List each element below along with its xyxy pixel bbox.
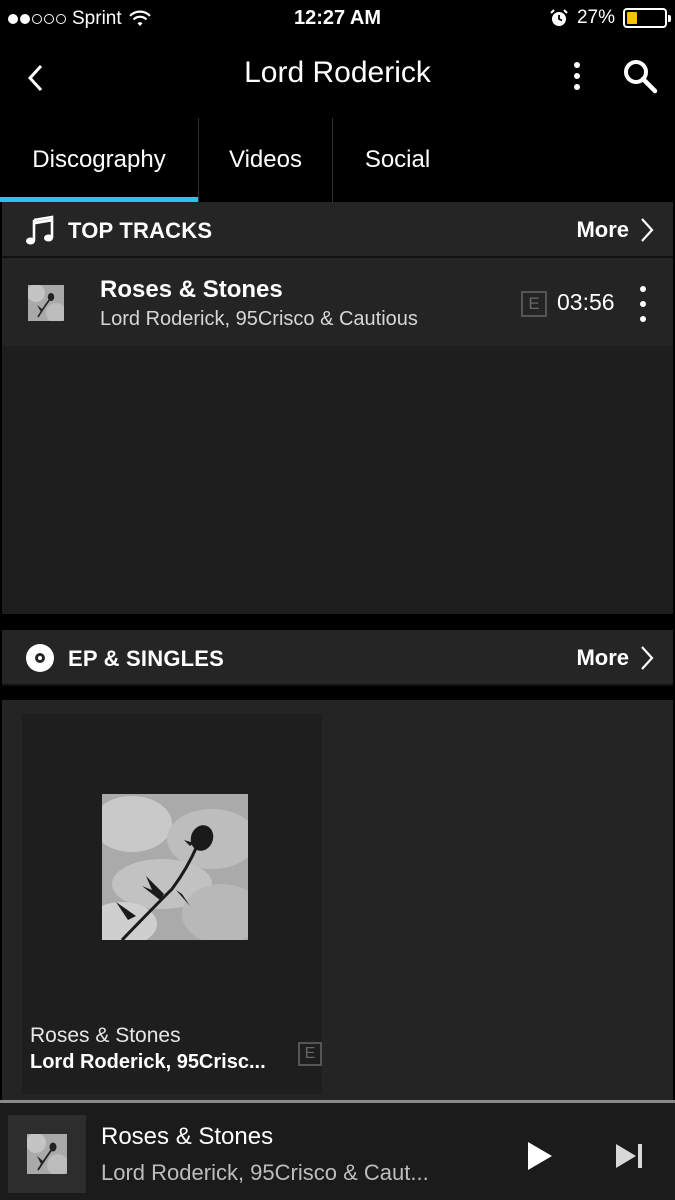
ep-singles-list: Roses & Stones Lord Roderick, 95Crisc...…: [2, 700, 673, 1100]
explicit-badge: E: [298, 1042, 322, 1066]
explicit-badge: E: [521, 291, 547, 317]
ep-singles-header: EP & SINGLES More: [2, 630, 673, 686]
status-bar: Sprint 12:27 AM 27%: [0, 0, 675, 38]
alarm-icon: [550, 9, 568, 26]
tab-bar: Discography Videos Social: [0, 118, 675, 202]
disc-icon: [26, 644, 54, 672]
now-playing-bar[interactable]: Roses & Stones Lord Roderick, 95Crisco &…: [0, 1100, 675, 1200]
more-vertical-icon: [574, 62, 580, 68]
top-tracks-header: TOP TRACKS More: [2, 202, 673, 258]
album-card[interactable]: Roses & Stones Lord Roderick, 95Crisc...…: [22, 714, 322, 1094]
app-header: Lord Roderick: [0, 38, 675, 118]
battery-icon: [623, 8, 671, 28]
top-tracks-list: Roses & Stones Lord Roderick, 95Crisco &…: [2, 258, 673, 614]
skip-next-icon[interactable]: [612, 1141, 646, 1171]
chevron-right-icon: [641, 218, 654, 242]
more-label: More: [576, 217, 629, 242]
section-title: EP & SINGLES: [68, 646, 225, 671]
album-artwork: [102, 794, 248, 940]
now-playing-title: Roses & Stones: [101, 1123, 274, 1150]
track-more-button[interactable]: [634, 286, 652, 322]
search-icon[interactable]: [622, 58, 658, 94]
tab-label: Discography: [32, 146, 166, 173]
section-title: TOP TRACKS: [68, 218, 213, 243]
track-row[interactable]: Roses & Stones Lord Roderick, 95Crisco &…: [2, 258, 673, 346]
tab-discography[interactable]: Discography: [0, 118, 198, 202]
more-options-button[interactable]: [562, 56, 592, 96]
tab-videos[interactable]: Videos: [198, 118, 332, 202]
track-title: Roses & Stones: [100, 276, 283, 303]
album-artists: Lord Roderick, 95Crisc...: [30, 1051, 266, 1073]
ep-singles-more-button[interactable]: More: [576, 641, 655, 675]
now-playing-artwork: [8, 1115, 86, 1193]
track-artwork: [28, 285, 64, 321]
music-note-icon: [26, 215, 54, 245]
tab-social[interactable]: Social: [332, 118, 462, 202]
track-artists: Lord Roderick, 95Crisco & Cautious: [100, 308, 418, 330]
more-vertical-icon: [640, 286, 646, 292]
now-playing-artists: Lord Roderick, 95Crisco & Caut...: [101, 1160, 429, 1185]
tab-label: Social: [364, 146, 431, 173]
battery-percent: 27%: [576, 7, 615, 28]
play-icon[interactable]: [522, 1139, 556, 1173]
album-title: Roses & Stones: [30, 1024, 181, 1047]
more-label: More: [576, 645, 629, 670]
status-bar-right: 27%: [549, 7, 671, 29]
track-duration: 03:56: [557, 289, 615, 315]
top-tracks-more-button[interactable]: More: [576, 213, 655, 247]
chevron-right-icon: [641, 646, 654, 670]
tab-label: Videos: [229, 146, 302, 173]
